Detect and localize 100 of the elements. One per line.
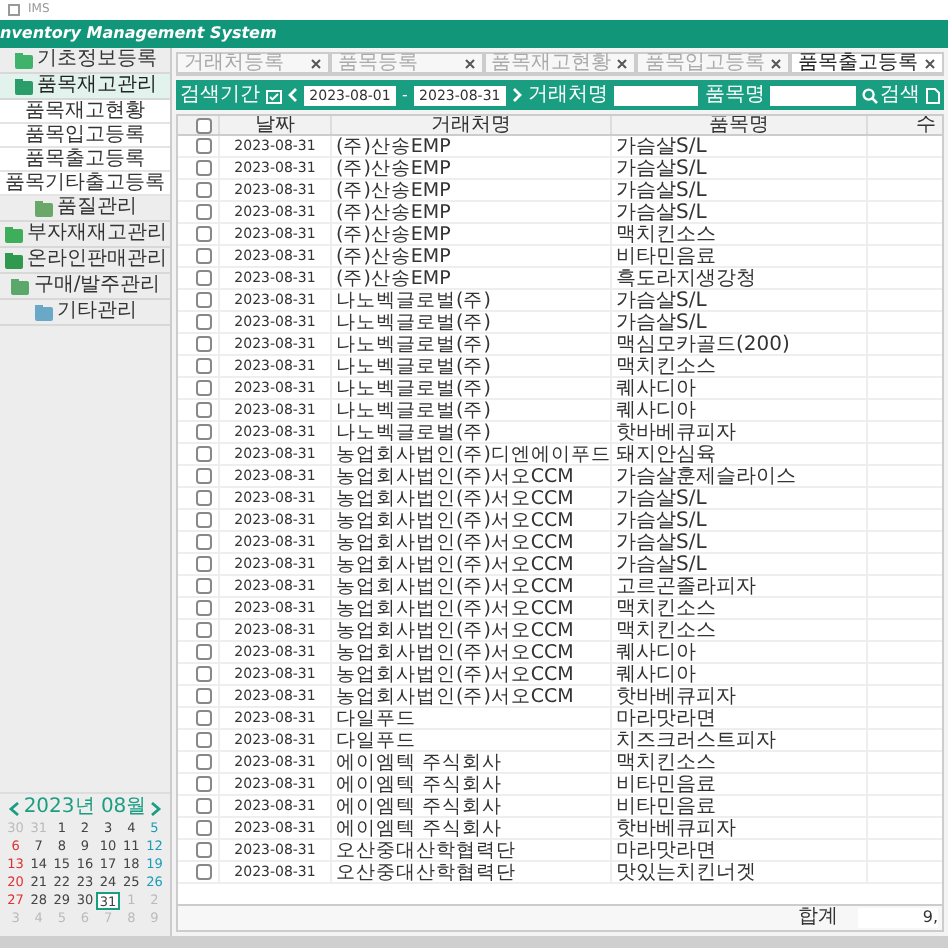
- client-cell: 농업회사법인(주)디엔에이푸드: [330, 444, 610, 464]
- close-icon[interactable]: [463, 57, 476, 69]
- checkbox[interactable]: [196, 270, 212, 286]
- checkbox[interactable]: [196, 468, 212, 484]
- item-cell: 가슴살S/L: [610, 202, 866, 222]
- checkbox[interactable]: [196, 798, 212, 814]
- client-cell: 에이엠텍 주식회사: [330, 796, 610, 816]
- close-icon[interactable]: [309, 57, 322, 69]
- item-field[interactable]: [770, 85, 857, 105]
- app-icon: [8, 4, 20, 16]
- checkbox[interactable]: [196, 776, 212, 792]
- close-icon[interactable]: [616, 57, 629, 69]
- client-cell: 농업회사법인(주)서오CCM: [330, 664, 610, 684]
- document-icon[interactable]: [926, 87, 941, 103]
- client-cell: 오산중대산학협력단: [330, 840, 610, 860]
- app-title: nventory Management System: [0, 26, 277, 42]
- checkbox[interactable]: [196, 182, 212, 198]
- folder-icon: [33, 303, 53, 321]
- sidebar-item[interactable]: 온라인판매관리: [0, 248, 170, 274]
- checkbox[interactable]: [196, 710, 212, 726]
- sidebar-item[interactable]: 품목재고관리: [0, 74, 170, 100]
- client-cell: (주)산송EMP: [330, 268, 610, 288]
- close-icon[interactable]: [923, 57, 936, 69]
- checkbox[interactable]: [196, 226, 212, 242]
- chevron-left-icon[interactable]: [8, 801, 20, 815]
- checkbox[interactable]: [196, 490, 212, 506]
- checkbox[interactable]: [196, 512, 212, 528]
- item-cell: 가슴살S/L: [610, 554, 866, 574]
- checkbox[interactable]: [196, 688, 212, 704]
- checkbox[interactable]: [196, 820, 212, 836]
- calendar-title: 2023년 08월: [23, 798, 147, 818]
- checkbox[interactable]: [196, 292, 212, 308]
- item-cell: 돼지안심육: [610, 444, 866, 464]
- client-cell: 에이엠텍 주식회사: [330, 774, 610, 794]
- item-cell: 가슴살S/L: [610, 158, 866, 178]
- tab[interactable]: 품목출고등록: [790, 52, 944, 74]
- checkbox[interactable]: [196, 644, 212, 660]
- client-cell: 다일푸드: [330, 708, 610, 728]
- checkbox[interactable]: [196, 732, 212, 748]
- checkbox[interactable]: [196, 446, 212, 462]
- date-separator: -: [402, 87, 408, 103]
- checkbox[interactable]: [196, 622, 212, 638]
- client-cell: 나노벡글로벌(주): [330, 290, 610, 310]
- checkbox[interactable]: [196, 117, 212, 133]
- column-header: 수: [866, 116, 942, 134]
- checkbox[interactable]: [196, 600, 212, 616]
- chevron-right-icon[interactable]: [149, 801, 162, 815]
- sidebar-item[interactable]: 부자재재고관리: [0, 222, 170, 248]
- client-cell: 농업회사법인(주)서오CCM: [330, 554, 610, 574]
- checkbox[interactable]: [196, 666, 212, 682]
- sidebar-subitem[interactable]: 품목출고등록: [0, 148, 170, 172]
- item-cell: 흑도라지생강청: [610, 268, 866, 288]
- client-cell: 농업회사법인(주)서오CCM: [330, 488, 610, 508]
- item-cell: 비타민음료: [610, 246, 866, 266]
- item-cell: 맥심모카골드(200): [610, 334, 866, 354]
- checkbox[interactable]: [196, 578, 212, 594]
- checkbox[interactable]: [196, 380, 212, 396]
- checkbox[interactable]: [196, 358, 212, 374]
- sidebar-item[interactable]: 품질관리: [0, 196, 170, 222]
- checkbox[interactable]: [196, 160, 212, 176]
- client-cell: 나노벡글로벌(주): [330, 334, 610, 354]
- checkbox[interactable]: [196, 424, 212, 440]
- checkbox[interactable]: [196, 336, 212, 352]
- client-cell: 에이엠텍 주식회사: [330, 752, 610, 772]
- checkbox[interactable]: [196, 864, 212, 880]
- checkbox[interactable]: [196, 754, 212, 770]
- checkbox[interactable]: [196, 314, 212, 330]
- item-cell: 가슴살훈제슬라이스: [610, 466, 866, 486]
- checkbox[interactable]: [196, 556, 212, 572]
- close-icon[interactable]: [770, 57, 783, 69]
- total-value: 9,: [858, 908, 938, 928]
- search-icon: [862, 87, 879, 103]
- total-label: 합계: [798, 908, 838, 928]
- checkbox[interactable]: [196, 534, 212, 550]
- client-cell: 농업회사법인(주)서오CCM: [330, 510, 610, 530]
- folder-icon: [3, 251, 23, 269]
- checkbox[interactable]: [196, 204, 212, 220]
- checkbox[interactable]: [196, 248, 212, 264]
- checkbox[interactable]: [196, 842, 212, 858]
- checkbox[interactable]: [196, 138, 212, 154]
- item-cell: 마라맛라면: [610, 840, 866, 860]
- item-cell: 비타민음료: [610, 774, 866, 794]
- client-cell: 나노벡글로벌(주): [330, 312, 610, 332]
- client-cell: 농업회사법인(주)서오CCM: [330, 642, 610, 662]
- sidebar-subitem[interactable]: 품목재고현황: [0, 100, 170, 124]
- client-field[interactable]: [613, 85, 699, 105]
- sidebar-subitem[interactable]: 품목기타출고등록: [0, 172, 170, 196]
- item-cell: 맛있는치킨너겟: [610, 862, 866, 882]
- client-cell: 오산중대산학협력단: [330, 862, 610, 882]
- item-cell: 핫바베큐피자: [610, 686, 866, 706]
- sidebar-subitem[interactable]: 품목입고등록: [0, 124, 170, 148]
- item-cell: 퀘사디아: [610, 642, 866, 662]
- item-cell: 가슴살S/L: [610, 290, 866, 310]
- item-cell: 맥치킨소스: [610, 752, 866, 772]
- checkbox[interactable]: [196, 402, 212, 418]
- client-cell: 농업회사법인(주)서오CCM: [330, 532, 610, 552]
- sidebar-item[interactable]: 기타관리: [0, 300, 170, 326]
- sidebar-item[interactable]: 구매/발주관리: [0, 274, 170, 300]
- folder-icon: [13, 77, 33, 95]
- client-cell: 농업회사법인(주)서오CCM: [330, 686, 610, 706]
